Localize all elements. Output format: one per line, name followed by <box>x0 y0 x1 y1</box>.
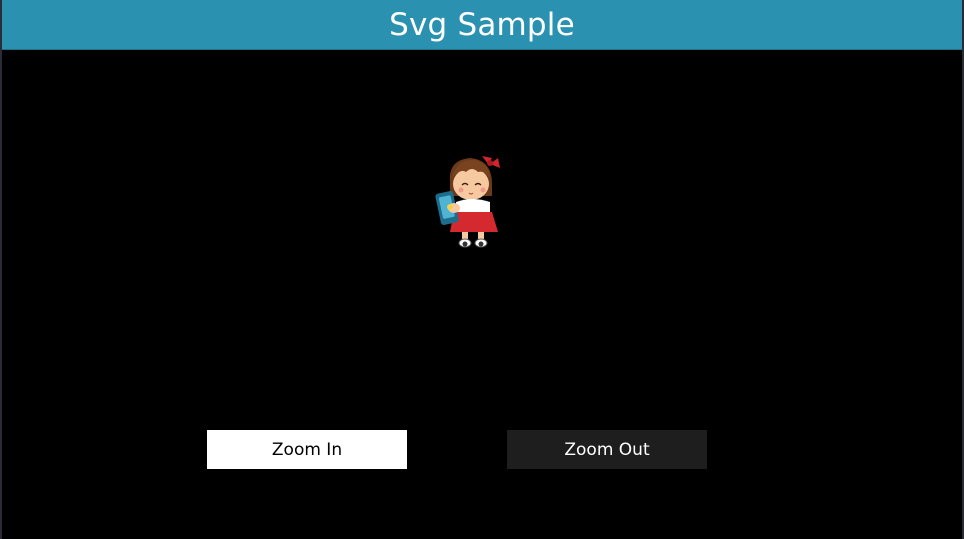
app-window: Svg Sample Zoom In Zoom Out <box>2 0 962 539</box>
zoom-in-button[interactable]: Zoom In <box>207 430 407 469</box>
svg-view <box>2 50 962 410</box>
page-title: Svg Sample <box>389 6 575 43</box>
girl-holding-phone-icon <box>435 156 500 248</box>
zoom-out-button[interactable]: Zoom Out <box>507 430 707 469</box>
title-bar: Svg Sample <box>2 0 962 50</box>
